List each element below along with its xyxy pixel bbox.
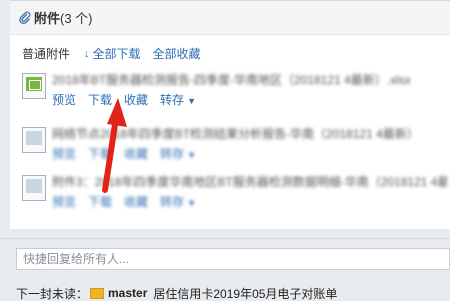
next-unread-label: 下一封未读： [16,286,89,301]
favorite-button[interactable]: 收藏 [124,145,148,162]
next-unread-mail[interactable]: 下一封未读： master 居住信用卡2019年05月电子对账单 [16,285,446,301]
caret-down-icon: ▼ [187,96,196,106]
next-mail-subject: 居住信用卡2019年05月电子对账单 [153,286,338,301]
attachments-title: 附件 [34,11,61,26]
attachment-actions: 预览 下载 收藏 转存 ▼ [52,193,196,210]
favorite-button[interactable]: 收藏 [124,91,148,108]
attachment-name[interactable]: 2018年BT服务器检测报告-四季度-华南地区（2018121 4最新）.xls… [52,71,447,87]
preview-button[interactable]: 预览 [52,193,76,210]
quick-reply-input[interactable]: 快捷回复给所有人... [16,248,450,270]
envelope-icon [90,287,105,299]
download-button[interactable]: 下载 [88,91,112,108]
tab-normal-attachments[interactable]: 普通附件 [22,45,70,62]
favorite-all-button[interactable]: 全部收藏 [153,45,201,62]
save-to-button[interactable]: 转存 ▼ [160,145,196,162]
divider [0,238,450,239]
attachments-panel: 附件 (3 个) 普通附件 ↓ 全部下载 全部收藏 2018年BT服务器检测报告… [10,0,450,229]
save-to-button[interactable]: 转存 ▼ [160,193,196,210]
download-button[interactable]: 下载 [88,193,112,210]
download-button[interactable]: 下载 [88,145,112,162]
caret-down-icon: ▼ [187,198,196,208]
save-to-button[interactable]: 转存 ▼ [160,91,196,108]
attachment-actions: 预览 下载 收藏 转存 ▼ [52,91,196,108]
attachment-item: 2018年BT服务器检测报告-四季度-华南地区（2018121 4最新）.xls… [22,71,450,115]
paperclip-icon [18,11,32,25]
attachment-item: 网络节点2018年四季度BT检测结果分析报告-华南（2018121 4最新） 预… [22,125,450,169]
preview-button[interactable]: 预览 [52,145,76,162]
attachments-header: 附件 (3 个) [10,1,450,35]
save-to-label: 转存 [160,195,185,209]
download-all-button[interactable]: ↓ 全部下载 [84,45,141,62]
next-mail-sender: master [108,286,148,300]
document-file-icon [22,127,46,153]
attachment-name[interactable]: 附件3：2018年四季度华南地区BT服务器检测数据明细-华南（2018121 4… [52,173,447,189]
attachment-actions: 预览 下载 收藏 转存 ▼ [52,145,196,162]
download-arrow-icon: ↓ [84,47,90,60]
save-to-label: 转存 [160,93,185,107]
download-all-label: 全部下载 [92,47,141,61]
excel-file-icon [22,73,46,99]
attachment-toolbar: 普通附件 ↓ 全部下载 全部收藏 [22,45,201,62]
save-to-label: 转存 [160,147,185,161]
favorite-button[interactable]: 收藏 [124,193,148,210]
attachment-name[interactable]: 网络节点2018年四季度BT检测结果分析报告-华南（2018121 4最新） [52,125,447,141]
preview-button[interactable]: 预览 [52,91,76,108]
attachment-item: 附件3：2018年四季度华南地区BT服务器检测数据明细-华南（2018121 4… [22,173,450,217]
attachments-count: (3 个) [60,11,93,26]
document-file-icon [22,175,46,201]
caret-down-icon: ▼ [187,150,196,160]
